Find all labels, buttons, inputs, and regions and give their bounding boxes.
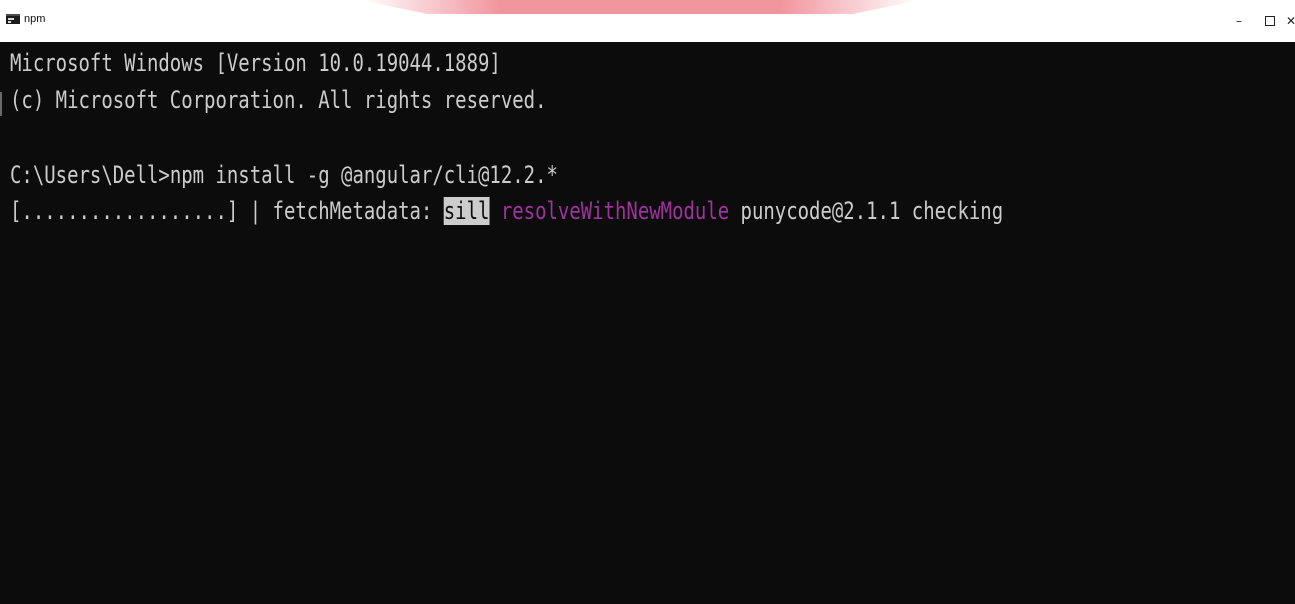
maximize-button[interactable] <box>1257 10 1283 32</box>
log-level-badge: sill <box>443 197 490 225</box>
window-title: npm <box>24 13 46 25</box>
console-line-copyright: (c) Microsoft Corporation. All rights re… <box>10 86 547 114</box>
console-line-command: C:\Users\Dell>npm install -g @angular/cl… <box>10 159 558 191</box>
progress-message: punycode@2.1.1 checking <box>729 197 1004 225</box>
progress-action: resolveWithNewModule <box>500 197 730 225</box>
console-icon[interactable] <box>6 14 20 24</box>
console-output[interactable]: Microsoft Windows [Version 10.0.19044.18… <box>0 42 1295 604</box>
console-window: npm – ✕ Microsoft Windows [Version 10.0.… <box>0 0 1295 604</box>
minimize-button[interactable]: – <box>1226 10 1252 32</box>
close-button[interactable]: ✕ <box>1286 10 1295 32</box>
console-line-progress: [..................] | fetchMetadata: si… <box>10 195 1003 227</box>
progress-bar-text: [..................] | fetchMetadata: <box>10 197 444 225</box>
maximize-icon <box>1265 16 1275 26</box>
command-text: npm install -g @angular/cli@12.2.* <box>169 161 558 189</box>
minimize-icon: – <box>1236 14 1242 28</box>
close-icon: ✕ <box>1286 14 1295 28</box>
console-line-version: Microsoft Windows [Version 10.0.19044.18… <box>10 49 501 77</box>
command-prompt: C:\Users\Dell> <box>10 161 170 189</box>
title-accent-decoration <box>360 0 920 14</box>
title-bar[interactable]: npm – ✕ <box>0 0 1295 42</box>
text-selection-caret <box>0 92 2 116</box>
